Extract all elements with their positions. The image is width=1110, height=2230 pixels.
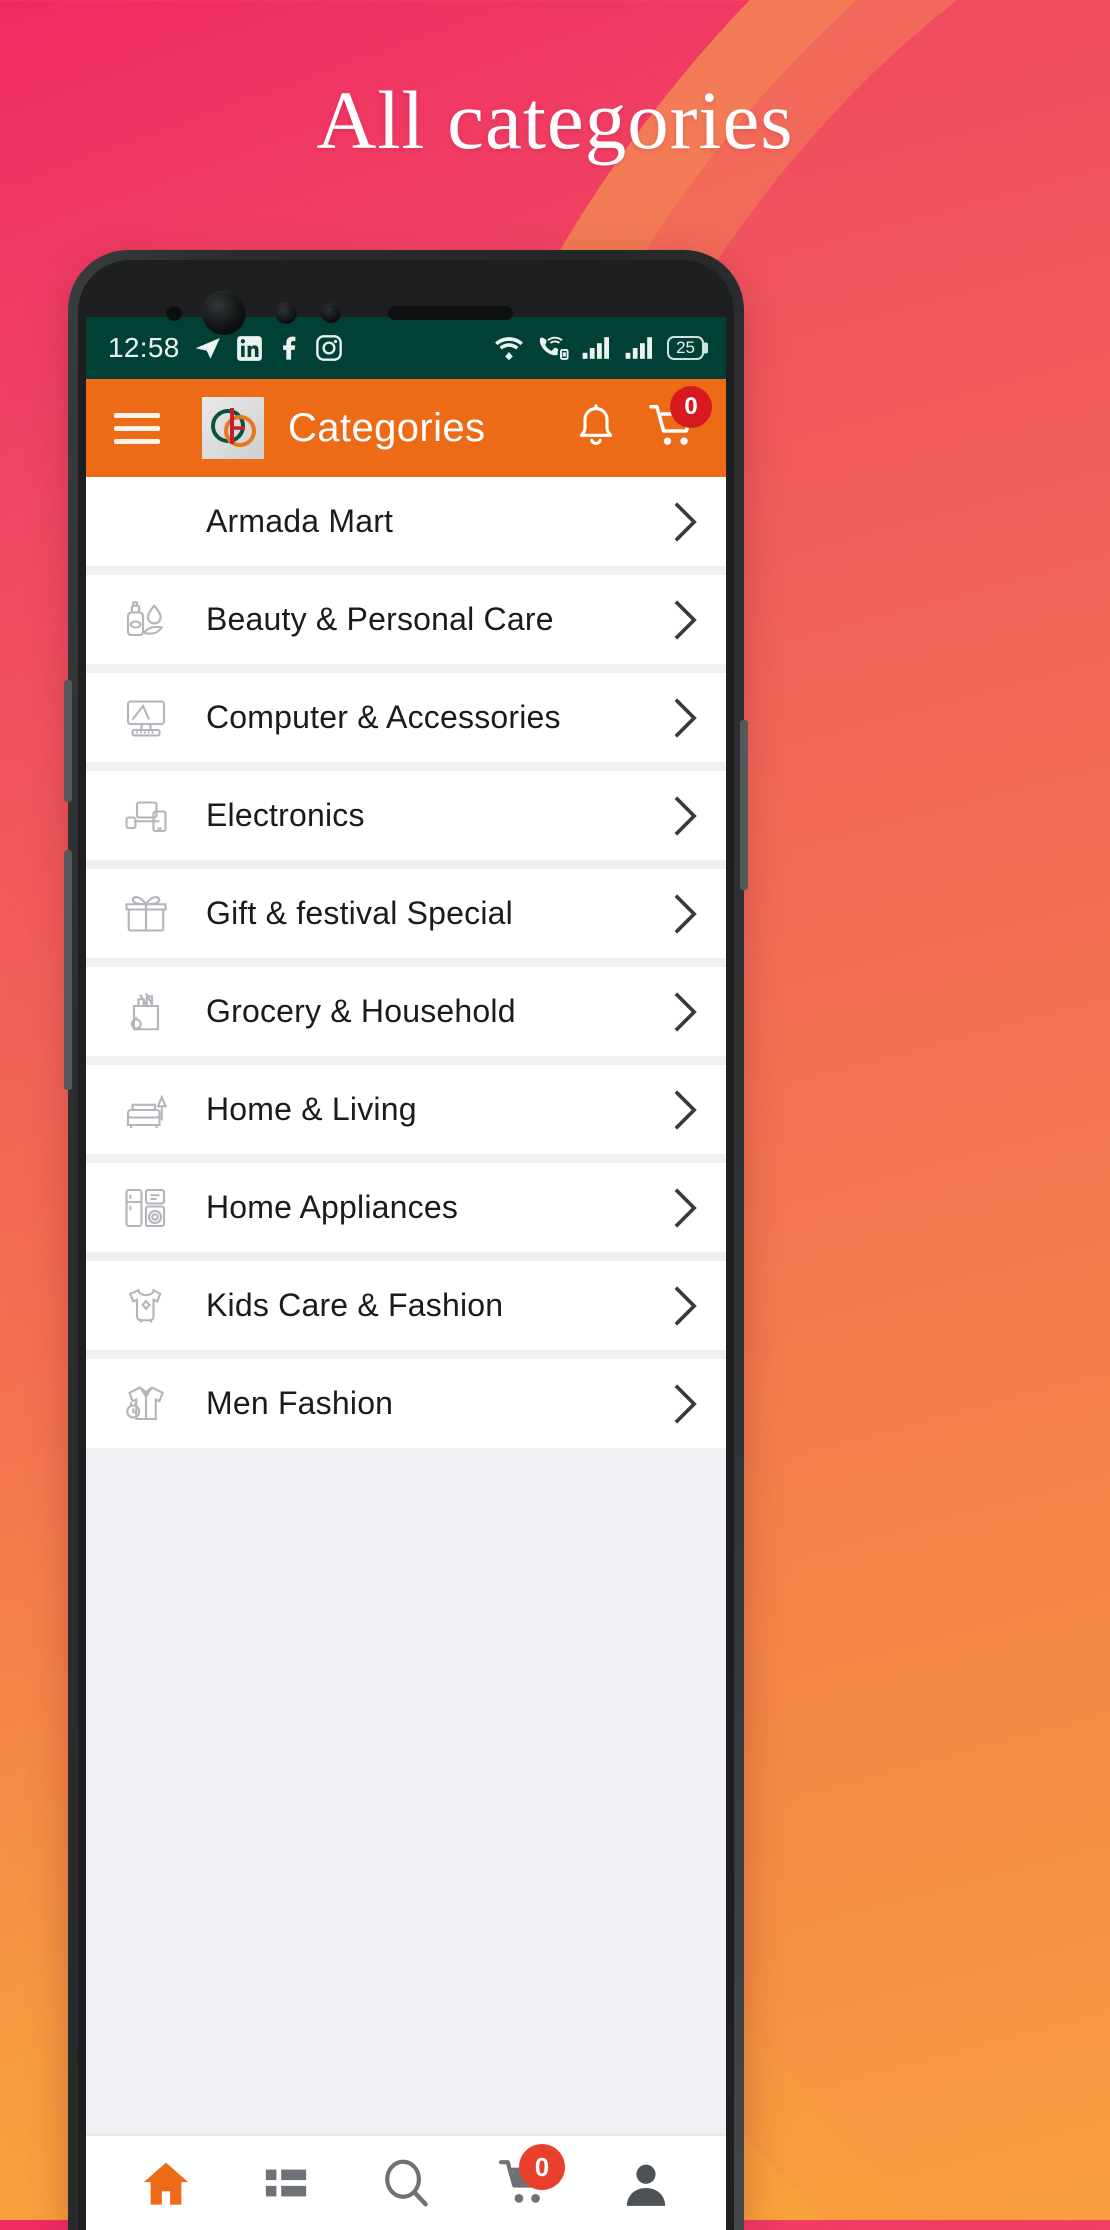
chevron-right-icon: [674, 1187, 697, 1228]
chevron-right-icon: [674, 1089, 697, 1130]
baby-onesie-icon: [120, 1282, 172, 1330]
home-icon: [143, 2162, 189, 2205]
category-row[interactable]: Men Fashion: [86, 1359, 726, 1457]
vowifi-call-icon: [539, 336, 569, 360]
category-row[interactable]: Kids Care & Fashion: [86, 1261, 726, 1359]
chevron-right-icon: [674, 893, 697, 934]
cart-badge: 0: [519, 2144, 565, 2190]
hamburger-menu-icon[interactable]: [114, 412, 160, 444]
wifi-icon: [495, 337, 523, 361]
category-label: Grocery & Household: [206, 993, 516, 1029]
category-label: Men Fashion: [206, 1385, 394, 1421]
ir-sensor-icon: [321, 303, 341, 323]
desktop-computer-icon: [120, 694, 172, 742]
page-title: All categories: [316, 74, 794, 166]
facebook-icon: [282, 336, 295, 360]
search-icon: [385, 2159, 428, 2207]
app-bar: Categories 0: [86, 379, 726, 477]
category-label: Kids Care & Fashion: [206, 1287, 504, 1323]
chevron-right-icon: [674, 991, 697, 1032]
phone-screen: 12:58 25 Categories 0 Armada Mart Beauty…: [86, 317, 726, 2230]
nav-cart[interactable]: 0: [471, 2144, 581, 2218]
devices-icon: [120, 792, 172, 840]
category-row[interactable]: Beauty & Personal Care: [86, 575, 726, 673]
sofa-lamp-icon: [120, 1086, 172, 1134]
gift-box-icon: [120, 890, 172, 938]
category-row[interactable]: Computer & Accessories: [86, 673, 726, 771]
app-logo: [202, 397, 264, 459]
grocery-bag-icon: [120, 988, 172, 1036]
status-time: 12:58: [108, 332, 180, 363]
category-label: Gift & festival Special: [206, 895, 513, 931]
proximity-sensor-icon: [275, 302, 297, 324]
cart-badge: 0: [670, 385, 712, 428]
chevron-right-icon: [674, 599, 697, 640]
category-row[interactable]: Electronics: [86, 771, 726, 869]
cart-button[interactable]: 0: [648, 385, 712, 455]
chevron-right-icon: [674, 1383, 697, 1424]
power-button[interactable]: [740, 720, 748, 890]
chevron-right-icon: [674, 697, 697, 738]
front-camera-icon: [202, 291, 246, 335]
nav-categories[interactable]: [231, 2148, 341, 2218]
battery-icon: 25: [667, 336, 704, 360]
category-label: Armada Mart: [206, 503, 394, 539]
category-row[interactable]: Home & Living: [86, 1065, 726, 1163]
telegram-icon: [195, 338, 220, 359]
chevron-right-icon: [674, 1285, 697, 1326]
volume-down-button[interactable]: [64, 850, 72, 1090]
mens-shirt-icon: [120, 1380, 172, 1428]
category-row[interactable]: Armada Mart: [86, 477, 726, 575]
category-row[interactable]: Grocery & Household: [86, 967, 726, 1065]
phone-top-bezel: [78, 291, 734, 335]
category-row[interactable]: Home Appliances: [86, 1163, 726, 1261]
nav-account[interactable]: [591, 2148, 701, 2218]
person-icon: [626, 2164, 666, 2206]
fridge-washer-icon: [120, 1184, 172, 1232]
chevron-right-icon: [674, 501, 697, 542]
instagram-icon: [315, 335, 342, 361]
signal-sim2-icon: [625, 337, 653, 359]
category-label: Electronics: [206, 797, 365, 833]
nav-search[interactable]: [351, 2148, 461, 2218]
category-label: Computer & Accessories: [206, 699, 561, 735]
category-label: Beauty & Personal Care: [206, 601, 554, 637]
list-icon: [265, 2169, 307, 2197]
page-heading: Categories: [288, 405, 486, 450]
category-label: Home Appliances: [206, 1189, 459, 1225]
chevron-right-icon: [674, 795, 697, 836]
phone-bezel: 12:58 25 Categories 0 Armada Mart Beauty…: [78, 260, 734, 2230]
signal-sim1-icon: [582, 337, 610, 359]
phone-mockup: 12:58 25 Categories 0 Armada Mart Beauty…: [64, 250, 748, 2230]
category-list[interactable]: Armada Mart Beauty & Personal Care Compu…: [86, 477, 726, 2134]
earpiece-speaker: [388, 306, 513, 320]
volume-up-button[interactable]: [64, 680, 72, 802]
linkedin-icon: [236, 335, 262, 361]
category-label: Home & Living: [206, 1091, 417, 1127]
beauty-bottle-icon: [120, 596, 172, 644]
bottom-navigation: 0: [86, 2134, 726, 2230]
category-row[interactable]: Gift & festival Special: [86, 869, 726, 967]
bell-icon[interactable]: [574, 404, 618, 452]
light-sensor-icon: [166, 305, 182, 321]
nav-home[interactable]: [111, 2148, 221, 2218]
